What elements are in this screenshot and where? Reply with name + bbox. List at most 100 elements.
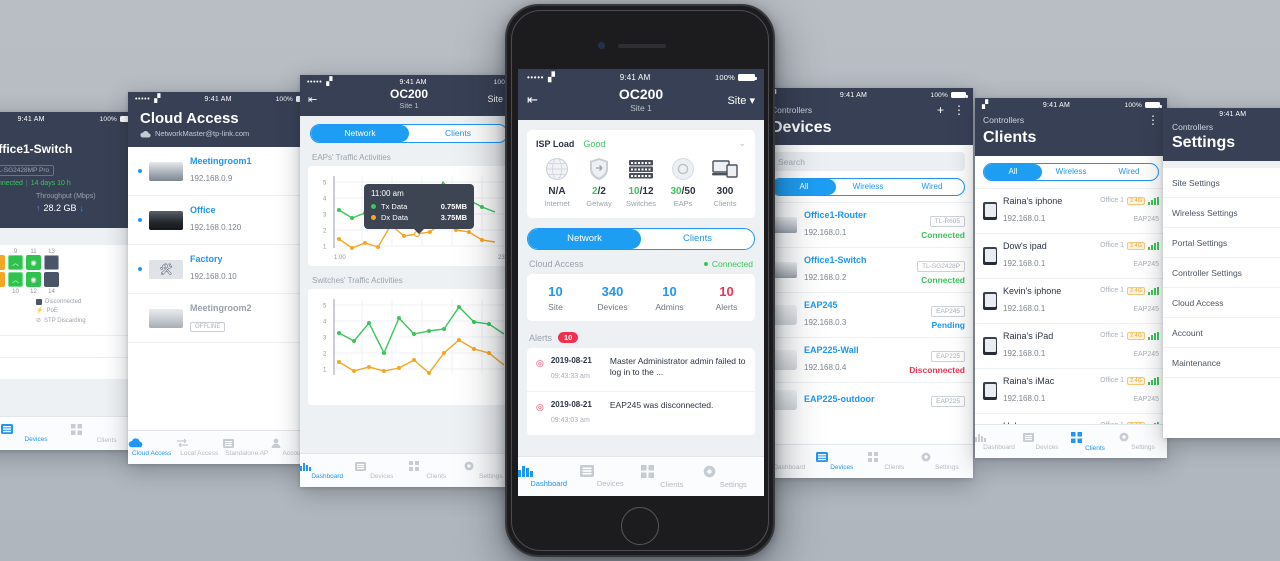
segmented-control[interactable]: All Wireless Wired xyxy=(983,163,1159,181)
chevron-down-icon[interactable]: ⌄ xyxy=(738,138,746,149)
tab-local-access[interactable]: Local Access xyxy=(176,438,224,457)
table-row[interactable]: Office1-Router 192.168.0.1 TL-R605 Conne… xyxy=(763,202,973,247)
port-12[interactable]: ◉ xyxy=(26,272,41,287)
screen-traffic-charts[interactable]: ••••• ▞ 9:41 AM 100% ⇤ OC200 Site 1 Site … xyxy=(300,75,518,487)
isp-col-clients[interactable]: 300 Clients xyxy=(704,156,746,208)
breadcrumb[interactable]: Controllers + ⋮ xyxy=(763,100,973,117)
tab-devices[interactable]: Devices xyxy=(1023,432,1071,451)
stat-admins[interactable]: 10 Admins xyxy=(641,284,698,312)
tab-devices[interactable]: Devices xyxy=(815,452,869,471)
list-item[interactable]: Office 192.168.0.120 xyxy=(128,196,318,245)
port-7[interactable]: ⊘ xyxy=(0,255,5,270)
plus-icon[interactable]: + xyxy=(937,103,944,117)
screen-dashboard[interactable]: ••••• ▞ 9:41 AM 100% ⇤ OC200 Site 1 Site … xyxy=(518,69,764,496)
ports-row-bottom[interactable]: ⚡ ⊜ ︿ ◉ xyxy=(0,272,136,287)
stat-alerts[interactable]: 10 Alerts xyxy=(698,284,755,312)
list-item[interactable]: ◎ 2019-08-21 09:43:03 am EAP245 was disc… xyxy=(527,392,755,436)
isp-col-switches[interactable]: 10/12 Switches xyxy=(620,156,662,208)
settings-row-portal[interactable]: Portal Settings› xyxy=(1163,228,1280,258)
table-row[interactable]: Dow's ipad 192.168.0.1 Office 1 2.4G EAP… xyxy=(975,233,1167,278)
tab-settings[interactable]: Settings xyxy=(703,465,765,489)
device-name[interactable]: Factory xyxy=(190,254,237,264)
isp-col-internet[interactable]: N/A Internet xyxy=(536,156,578,208)
tab-cloud-access[interactable]: Cloud Access xyxy=(128,438,176,457)
exit-icon[interactable]: ⇤ xyxy=(527,92,538,108)
row-mac-address[interactable]: MAC Address xyxy=(0,357,142,379)
table-row[interactable]: Raina's iPad 192.168.0.1 Office 1 2.4G E… xyxy=(975,323,1167,368)
back-button[interactable]: ‹ xyxy=(0,124,142,138)
tab-bar[interactable]: Dashboard Devices Clients Settings xyxy=(763,444,973,478)
table-row[interactable]: Raina's iphone 192.168.0.1 Office 1 2.4G… xyxy=(975,188,1167,233)
device-name[interactable]: Meetingroom1 xyxy=(190,156,252,166)
table-row[interactable]: EAP245 192.168.0.3 EAP245 Pending xyxy=(763,292,973,337)
ports-row-top[interactable]: ⚡ ⊘ ︿ ◉ xyxy=(0,255,136,270)
tab-settings[interactable]: Settings xyxy=(1119,432,1167,451)
settings-row-site[interactable]: Site Settings› xyxy=(1163,168,1280,198)
table-row[interactable]: Raina's iMac 192.168.0.1 Office 1 2.4G E… xyxy=(975,368,1167,413)
device-name[interactable]: EAP225-outdoor xyxy=(804,394,875,404)
settings-row-maintenance[interactable]: Maintenance› xyxy=(1163,348,1280,378)
device-name[interactable]: Meetingroom2 xyxy=(190,303,252,313)
summary-stats-card[interactable]: 10 Site 340 Devices 10 Admins 10 Alerts xyxy=(527,274,755,321)
segment-wireless[interactable]: Wireless xyxy=(1042,164,1100,180)
device-name[interactable]: Office1-Router xyxy=(804,210,867,220)
settings-row-account[interactable]: Account› xyxy=(1163,318,1280,348)
segment-all[interactable]: All xyxy=(984,164,1042,180)
port-9[interactable]: ︿ xyxy=(8,255,23,270)
tab-devices[interactable]: Devices xyxy=(579,465,642,488)
settings-row-controller[interactable]: Controller Settings› xyxy=(1163,258,1280,288)
table-row[interactable]: Kevin's iphone 192.168.0.1 Office 1 2.4G… xyxy=(975,278,1167,323)
device-name[interactable]: EAP225-Wall xyxy=(804,345,859,355)
port-13[interactable] xyxy=(44,255,59,270)
port-14[interactable] xyxy=(44,272,59,287)
tab-clients[interactable]: Clients xyxy=(641,464,703,489)
tab-clients[interactable]: Clients xyxy=(868,452,921,471)
device-name[interactable]: Office xyxy=(190,205,241,215)
tab-dashboard[interactable]: Dashboard xyxy=(975,433,1023,451)
screen-cloud-access[interactable]: ••••• ▞ 9:41 AM 100% Cloud Access Network… xyxy=(128,92,318,464)
tab-bar[interactable]: Cloud Access Local Access Standalone AP … xyxy=(128,430,318,464)
list-item[interactable]: ◎ 2019-08-21 09:43:33 am Master Administ… xyxy=(527,348,755,392)
row-device-info[interactable]: Device Info xyxy=(0,335,142,357)
list-item[interactable]: 🛠 Factory 192.168.0.10 xyxy=(128,245,318,294)
stat-devices[interactable]: 340 Devices xyxy=(584,284,641,312)
segment-clients[interactable]: Clients xyxy=(641,229,754,249)
kebab-menu-icon[interactable]: ⋮ xyxy=(953,103,965,117)
stat-site[interactable]: 10 Site xyxy=(527,284,584,312)
segment-wired[interactable]: Wired xyxy=(1100,164,1158,180)
eaps-traffic-chart[interactable]: 543 21 1:00 23:00 11:00 am Tx xyxy=(308,166,514,266)
segment-clients[interactable]: Clients xyxy=(409,125,507,142)
tab-settings[interactable]: Settings xyxy=(921,452,974,471)
isp-load-card[interactable]: ISP Load Good ⌄ N/A Internet 2/2 Getway … xyxy=(527,130,755,218)
settings-row-cloud-access[interactable]: Cloud Access› xyxy=(1163,288,1280,318)
list-item[interactable]: Meetingroom1 192.168.0.9 xyxy=(128,147,318,196)
table-row[interactable]: EAP225-Wall 192.168.0.4 EAP225 Disconnec… xyxy=(763,337,973,382)
port-8[interactable]: ⊜ xyxy=(0,272,5,287)
exit-icon[interactable]: ⇤ xyxy=(308,93,317,106)
tab-clients[interactable]: Clients xyxy=(409,461,464,480)
table-row[interactable]: Office1-Switch 192.168.0.2 TL-SG2428P Co… xyxy=(763,247,973,292)
screen-switch-detail[interactable]: ••••• ▞ 9:41 AM 100% ‹ Office1-Switch TL… xyxy=(0,112,142,450)
tab-bar[interactable]: Dashboard Devices Clients xyxy=(0,416,142,450)
tab-devices[interactable]: Devices xyxy=(354,461,410,480)
search-input[interactable]: Search xyxy=(771,152,965,171)
device-name[interactable]: Office1-Switch xyxy=(804,255,867,265)
site-selector[interactable]: Site ▾ xyxy=(727,94,755,107)
segment-wired[interactable]: Wired xyxy=(900,179,964,195)
ports-panel[interactable]: 135791113 ⚡ ⊘ ︿ ◉ ⚡ ⊜ ︿ ◉ 2468101214 Dis… xyxy=(0,245,142,335)
tab-bar[interactable]: Dashboard Devices Clients Settings xyxy=(300,453,518,487)
tab-bar[interactable]: Dashboard Devices Clients Settings xyxy=(975,424,1167,458)
list-item[interactable]: Meetingroom2 OFFLINE xyxy=(128,294,318,343)
isp-col-gateway[interactable]: 2/2 Getway xyxy=(578,156,620,208)
screen-devices[interactable]: ▞ 9:41 AM 100% Controllers +⋮ Devices Se… xyxy=(763,88,973,478)
tab-dashboard[interactable]: Dashboard xyxy=(518,465,580,488)
table-row[interactable]: EAP225-outdoor EAP225 xyxy=(763,382,973,417)
port-10[interactable]: ︿ xyxy=(8,272,23,287)
tab-dashboard[interactable]: Dashboard xyxy=(300,462,355,480)
tab-clients[interactable]: Clients xyxy=(1071,431,1119,452)
home-button[interactable] xyxy=(621,507,659,545)
breadcrumb[interactable]: Controllers xyxy=(1163,119,1280,132)
settings-row-wireless[interactable]: Wireless Settings› xyxy=(1163,198,1280,228)
alerts-card[interactable]: ◎ 2019-08-21 09:43:33 am Master Administ… xyxy=(527,348,755,436)
tab-standalone-ap[interactable]: Standalone AP xyxy=(223,438,271,457)
